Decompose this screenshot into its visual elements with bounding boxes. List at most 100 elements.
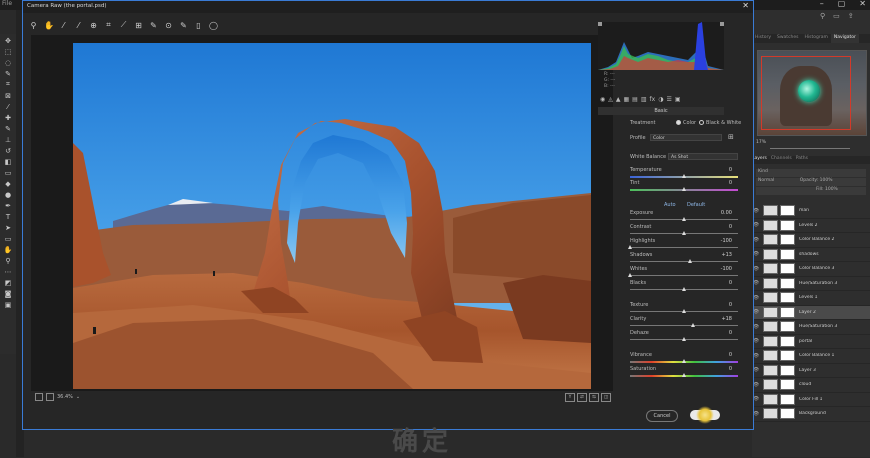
compare-view-icon[interactable]: Y (565, 393, 575, 402)
slider-knob[interactable] (681, 359, 686, 363)
zoom-out-icon[interactable] (35, 393, 43, 401)
zoom-level[interactable]: 36.4% (57, 394, 73, 400)
fill-value[interactable]: 100% (825, 187, 838, 192)
radial-filter-icon[interactable]: ◯ (209, 21, 218, 30)
slider-track[interactable] (630, 261, 738, 262)
slider-value[interactable]: 0 (712, 280, 732, 286)
layer-row[interactable]: 👁︎ Background (752, 407, 870, 422)
slider-knob[interactable] (681, 174, 686, 178)
slider-knob[interactable] (681, 309, 686, 313)
slider-knob[interactable] (687, 259, 692, 263)
slider-knob[interactable] (681, 373, 686, 377)
more-tools-icon[interactable]: ⋯ (3, 267, 13, 276)
slider-knob[interactable] (681, 217, 686, 221)
hsl-icon[interactable]: ▦ (624, 96, 630, 103)
tab-paths[interactable]: Paths (796, 156, 808, 164)
transform-tool-icon[interactable]: ⊞ (134, 21, 143, 30)
type-tool-icon[interactable]: T (3, 212, 13, 221)
navigator-zoom-slider[interactable] (770, 148, 850, 149)
layer-row[interactable]: 👁︎ Color Balance 2 (752, 233, 870, 248)
history-brush-icon[interactable]: ↺ (3, 146, 13, 155)
path-select-icon[interactable]: ➤ (3, 223, 13, 232)
maximize-icon[interactable]: ▢ (838, 0, 846, 8)
slider-knob[interactable] (681, 337, 686, 341)
tab-channels[interactable]: Channels (771, 156, 792, 164)
layer-row[interactable]: 👁︎ Levels 1 (752, 291, 870, 306)
close-icon[interactable]: ✕ (742, 1, 749, 10)
hand-tool-icon[interactable]: ✋ (3, 245, 13, 254)
tab-history[interactable]: History (752, 34, 774, 43)
minimize-icon[interactable]: – (820, 0, 824, 8)
adjustment-brush-icon[interactable]: ✎ (179, 21, 188, 30)
blur-tool-icon[interactable]: ◆ (3, 179, 13, 188)
slider-value[interactable]: 0 (712, 180, 732, 186)
white-balance-tool-icon[interactable]: ⁄ (59, 21, 68, 30)
spot-removal-icon[interactable]: ✎ (149, 21, 158, 30)
slider-value[interactable]: +13 (712, 252, 732, 258)
calibration-icon[interactable]: ◑ (658, 96, 663, 103)
workspace-icon[interactable]: ▭ (833, 12, 840, 20)
color-sampler-icon[interactable]: ⁄ (74, 21, 83, 30)
zoom-tool-icon[interactable]: ⚲ (3, 256, 13, 265)
move-tool-icon[interactable]: ✥ (3, 36, 13, 45)
cancel-button[interactable]: Cancel (646, 410, 678, 422)
presets-icon[interactable]: ☰ (666, 96, 671, 103)
navigator-zoom-value[interactable]: 17% (756, 140, 766, 145)
quick-select-tool-icon[interactable]: ✎ (3, 69, 13, 78)
search-icon[interactable]: ⚲ (820, 12, 825, 20)
share-icon[interactable]: ⇪ (848, 12, 854, 20)
default-button[interactable]: Default (687, 202, 705, 208)
eraser-tool-icon[interactable]: ◧ (3, 157, 13, 166)
slider-knob[interactable] (691, 323, 696, 327)
slider-track[interactable] (630, 325, 738, 326)
layer-row[interactable]: 👁︎ Hue/Saturation 3 (752, 320, 870, 335)
frame-tool-icon[interactable]: ⊠ (3, 91, 13, 100)
zoom-dropdown-icon[interactable]: ⌄ (76, 394, 80, 400)
toggle-settings-icon[interactable]: ◫ (601, 393, 611, 402)
slider-value[interactable]: 0 (712, 330, 732, 336)
straighten-tool-icon[interactable]: ⟋ (119, 20, 128, 30)
tab-navigator[interactable]: Navigator (830, 34, 859, 43)
slider-track[interactable] (630, 275, 738, 276)
layer-row[interactable]: 👁︎ shadows (752, 248, 870, 262)
zoom-in-icon[interactable] (46, 393, 54, 401)
tab-layers[interactable]: Layers (752, 156, 767, 164)
slider-knob[interactable] (627, 273, 632, 277)
slider-value[interactable]: 0 (712, 302, 732, 308)
snapshots-icon[interactable]: ▣ (675, 96, 681, 103)
basic-panel-icon[interactable]: ◉ (600, 96, 605, 103)
slider-track[interactable] (630, 247, 738, 248)
zoom-tool-icon[interactable]: ⚲ (29, 21, 38, 30)
slider-knob[interactable] (627, 245, 632, 249)
slider-value[interactable]: 0.00 (712, 210, 732, 216)
red-eye-icon[interactable]: ⊙ (164, 21, 173, 30)
marquee-tool-icon[interactable]: ⬚ (3, 47, 13, 56)
shape-tool-icon[interactable]: ▭ (3, 234, 13, 243)
navigator-view-box[interactable] (761, 56, 851, 130)
profile-dropdown[interactable]: Color (650, 134, 722, 141)
hand-tool-icon[interactable]: ✋ (44, 21, 54, 30)
slider-value[interactable]: 0 (712, 224, 732, 230)
slider-value[interactable]: +18 (712, 316, 732, 322)
swap-icon[interactable]: ⇆ (589, 393, 599, 402)
pen-tool-icon[interactable]: ✒ (3, 201, 13, 210)
tone-curve-icon[interactable]: ◬ (608, 96, 613, 103)
image-canvas[interactable] (31, 35, 613, 391)
layer-row[interactable]: 👁︎ Hue/Saturation 3 (752, 277, 870, 291)
layer-row[interactable]: 👁︎ Levels 2 (752, 219, 870, 233)
targeted-adjustment-icon[interactable]: ⊕ (89, 21, 98, 30)
layer-row[interactable]: 👁︎ Color Balance 3 (752, 262, 870, 277)
blend-mode-select[interactable]: Normal (758, 178, 774, 183)
close-icon[interactable]: ✕ (859, 0, 866, 8)
treatment-color-radio[interactable] (676, 120, 681, 125)
layer-row[interactable]: 👁︎ portal (752, 335, 870, 349)
opacity-value[interactable]: 100% (820, 178, 833, 183)
gradient-tool-icon[interactable]: ▭ (3, 168, 13, 177)
layer-row[interactable]: 👁︎ man (752, 204, 870, 219)
layer-row[interactable]: 👁︎ Layer 3 (752, 364, 870, 378)
graduated-filter-icon[interactable]: ▯ (194, 21, 203, 30)
slider-value[interactable]: 0 (712, 167, 732, 173)
crop-tool-icon[interactable]: ⌗ (3, 80, 13, 89)
layer-row[interactable]: 👁︎ Color Fill 1 (752, 393, 870, 407)
eyedropper-tool-icon[interactable]: ⁄ (3, 102, 13, 111)
